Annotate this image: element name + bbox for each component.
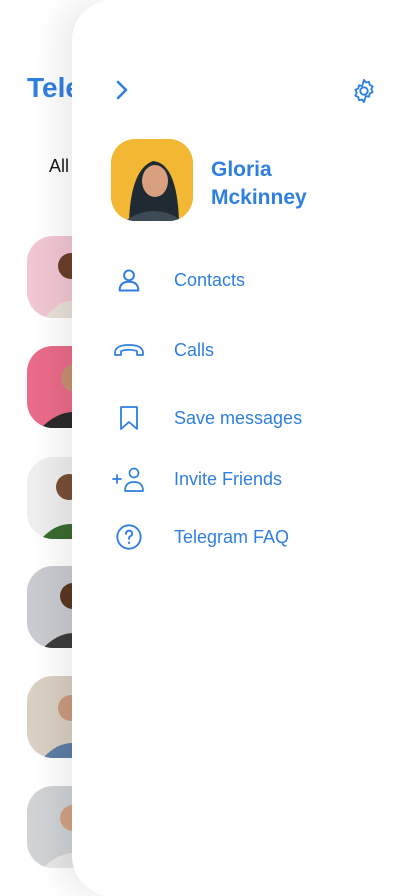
menu-label: Telegram FAQ xyxy=(174,526,290,547)
phone-icon xyxy=(110,334,148,366)
bookmark-icon xyxy=(110,402,148,434)
help-icon xyxy=(110,521,148,553)
menu-item-calls[interactable]: Calls xyxy=(110,330,390,370)
menu-label: Invite Friends xyxy=(174,468,283,489)
menu-item-telegram-faq[interactable]: Telegram FAQ xyxy=(110,517,390,557)
menu-label: Save messages xyxy=(174,407,303,428)
menu-label: Calls xyxy=(174,339,215,360)
tab-all[interactable]: All xyxy=(49,156,69,177)
chevron-right-icon[interactable] xyxy=(110,78,134,102)
contacts-icon xyxy=(110,264,148,296)
profile-last-name: Mckinney xyxy=(211,186,307,209)
menu-item-contacts[interactable]: Contacts xyxy=(110,260,390,300)
add-user-icon xyxy=(110,463,148,495)
profile-first-name: Gloria xyxy=(211,158,272,181)
side-drawer xyxy=(72,0,414,896)
settings-gear-icon[interactable] xyxy=(350,77,378,105)
profile-avatar[interactable] xyxy=(111,139,193,221)
menu-item-save-messages[interactable]: Save messages xyxy=(110,398,390,438)
menu-label: Contacts xyxy=(174,269,246,290)
profile-name[interactable]: Gloria Mckinney xyxy=(211,156,351,212)
menu-item-invite-friends[interactable]: Invite Friends xyxy=(110,459,390,499)
